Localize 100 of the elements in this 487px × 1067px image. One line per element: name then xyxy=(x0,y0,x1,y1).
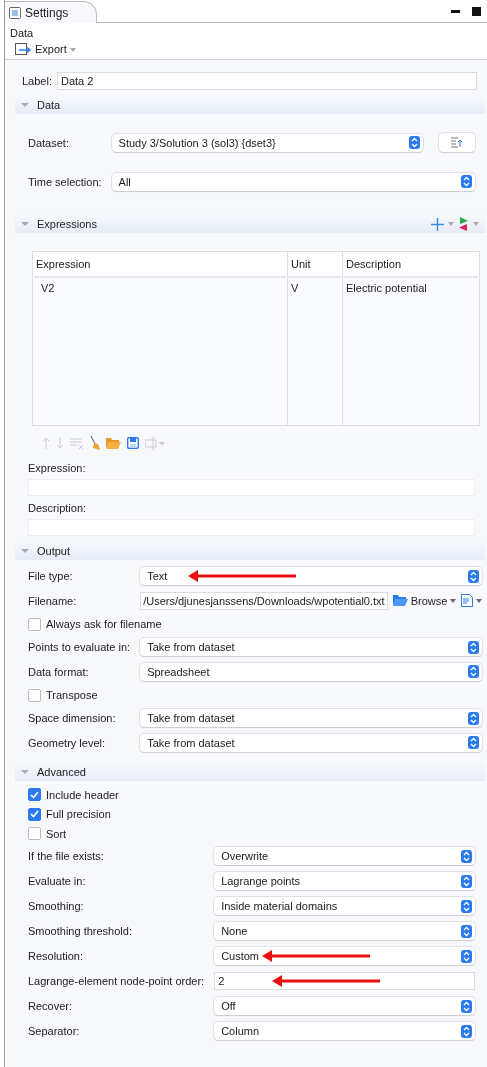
table-cell: Electric potential xyxy=(342,277,480,298)
field-label: Lagrange-element node-point order: xyxy=(28,975,205,987)
stepper-icon xyxy=(461,1024,472,1038)
column-header[interactable]: Unit xyxy=(287,251,343,277)
field-label: Space dimension: xyxy=(28,712,116,725)
document-icon xyxy=(461,594,474,608)
table-cell: V xyxy=(287,277,343,298)
checkbox[interactable] xyxy=(28,617,41,631)
field-label: Time selection: xyxy=(28,175,102,188)
field-label: Data format: xyxy=(28,665,89,678)
stepper-icon xyxy=(461,849,472,863)
play-icon[interactable] xyxy=(458,217,469,231)
dropdown[interactable]: Overwrite xyxy=(214,847,475,865)
panel-title: Data xyxy=(9,26,35,41)
settings-tab[interactable]: Settings xyxy=(5,1,98,23)
file-options-button[interactable] xyxy=(461,594,483,608)
expand-icon[interactable] xyxy=(21,770,29,774)
section-header[interactable]: Advanced xyxy=(15,763,485,781)
broom-icon[interactable] xyxy=(90,436,100,450)
insert-icon[interactable] xyxy=(145,436,165,450)
stepper-icon xyxy=(461,999,472,1013)
field-label: Evaluate in: xyxy=(28,875,86,887)
dropdown[interactable]: Lagrange points xyxy=(214,872,475,890)
dropdown[interactable]: Study 3/Solution 3 (sol3) {dset3} xyxy=(111,133,423,152)
checkbox-label: Always ask for filename xyxy=(46,618,162,630)
delete-list-icon[interactable] xyxy=(70,437,84,449)
section-header[interactable]: Output xyxy=(15,542,485,560)
field-label: Resolution: xyxy=(28,950,84,962)
expand-icon[interactable] xyxy=(21,222,29,226)
export-button[interactable]: Export xyxy=(9,42,82,59)
folder-icon[interactable] xyxy=(106,437,121,449)
dropdown[interactable]: Take from dataset xyxy=(140,709,483,728)
dropdown[interactable]: Take from dataset xyxy=(140,638,483,657)
field-label: Expression: xyxy=(28,461,87,476)
dropdown[interactable]: None xyxy=(214,922,475,940)
checkbox[interactable] xyxy=(28,688,41,702)
check-icon xyxy=(30,790,39,799)
stepper-icon xyxy=(461,175,472,188)
section-title: Output xyxy=(37,545,71,557)
section-title: Expressions xyxy=(37,218,97,230)
section-header[interactable]: Expressions xyxy=(15,215,485,233)
dropdown[interactable]: Custom xyxy=(214,947,475,965)
refresh-list-icon xyxy=(451,137,463,148)
field-label: Filename: xyxy=(28,594,77,607)
stepper-icon xyxy=(468,640,480,654)
stepper-icon xyxy=(468,711,480,725)
section-title: Data xyxy=(37,99,61,111)
table-cell: V2 xyxy=(32,277,288,298)
stepper-icon xyxy=(461,874,472,888)
expand-icon[interactable] xyxy=(21,103,29,107)
move-down-icon[interactable] xyxy=(56,437,64,449)
checkbox-label: Transpose xyxy=(46,689,98,701)
dropdown[interactable]: Off xyxy=(214,997,475,1015)
caret-icon xyxy=(450,598,457,603)
save-icon[interactable] xyxy=(127,437,139,449)
dropdown[interactable]: All xyxy=(111,172,475,191)
checkbox[interactable] xyxy=(28,827,41,841)
stepper-icon xyxy=(461,949,472,963)
dropdown[interactable]: Inside material domains xyxy=(214,897,475,915)
dropdown[interactable]: Column xyxy=(214,1022,475,1040)
caret-icon[interactable] xyxy=(473,222,479,226)
caret-icon xyxy=(476,598,483,603)
check-icon xyxy=(30,810,39,819)
browse-button[interactable]: Browse xyxy=(392,594,457,607)
caret-icon xyxy=(69,47,76,52)
move-up-icon[interactable] xyxy=(42,437,50,449)
folder-icon xyxy=(392,595,408,607)
field-label: Smoothing: xyxy=(28,900,84,912)
caret-icon[interactable] xyxy=(448,222,454,226)
column-header[interactable]: Expression xyxy=(32,251,288,277)
section-header[interactable]: Data xyxy=(15,96,485,114)
column-header[interactable]: Description xyxy=(342,251,480,277)
section-title: Advanced xyxy=(37,766,86,778)
stepper-icon xyxy=(461,899,472,913)
label-field[interactable]: Data 2 xyxy=(57,72,477,90)
field-label: Points to evaluate in: xyxy=(28,641,131,654)
checkbox-label: Full precision xyxy=(46,808,111,821)
dropdown[interactable]: Take from dataset xyxy=(140,733,483,752)
stepper-icon xyxy=(409,136,420,149)
add-icon[interactable] xyxy=(431,217,444,231)
field-label: If the file exists: xyxy=(28,850,104,862)
field-label: Recover: xyxy=(28,1000,73,1012)
text-field[interactable]: 2 xyxy=(214,972,475,990)
export-icon xyxy=(15,43,32,55)
field-label: Description: xyxy=(28,501,88,516)
checkbox-label: Include header xyxy=(46,788,119,801)
dropdown[interactable]: Spreadsheet xyxy=(140,662,483,681)
checkbox[interactable] xyxy=(28,788,41,802)
checkbox[interactable] xyxy=(28,807,41,821)
checkbox-label: Sort xyxy=(46,827,67,840)
field-label: Geometry level: xyxy=(28,736,106,749)
dataset-button[interactable] xyxy=(439,133,475,152)
field-label: Smoothing threshold: xyxy=(28,925,132,937)
stepper-icon xyxy=(468,569,480,583)
dropdown[interactable]: Text xyxy=(140,567,483,586)
expand-icon[interactable] xyxy=(21,549,29,553)
stepper-icon xyxy=(468,736,480,750)
field-label: File type: xyxy=(28,570,73,583)
field-label: Dataset: xyxy=(28,136,69,149)
filename-field[interactable]: /Users/djunesjanssens/Downloads/wpotential0.txt xyxy=(140,591,388,610)
